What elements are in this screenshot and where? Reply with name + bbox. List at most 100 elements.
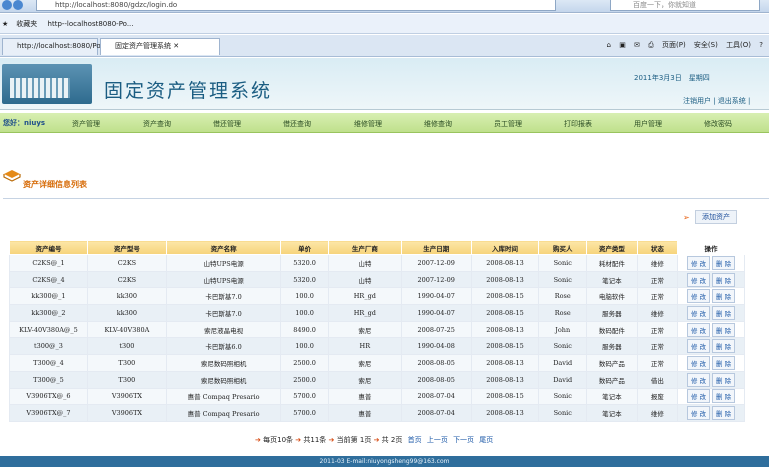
menu-asset-manage[interactable]: 资产管理	[72, 119, 100, 129]
cell-actions: 修 改删 除	[677, 254, 745, 272]
delete-button[interactable]: 删 除	[712, 406, 736, 421]
forward-icon[interactable]	[13, 0, 23, 10]
cell-actions: 修 改删 除	[677, 270, 745, 289]
delete-button[interactable]: 删 除	[712, 355, 736, 370]
edit-button[interactable]: 修 改	[686, 322, 711, 337]
edit-button[interactable]: 修 改	[686, 305, 711, 320]
edit-button[interactable]: 修 改	[686, 389, 711, 404]
exit-system-link[interactable]: 退出系统	[718, 97, 746, 105]
cell-buyer: Rose	[538, 304, 588, 322]
menu-change-password[interactable]: 修改密码	[704, 119, 732, 129]
delete-button[interactable]: 删 除	[712, 272, 736, 287]
back-forward-buttons[interactable]	[2, 0, 24, 12]
edit-button[interactable]: 修 改	[686, 272, 711, 287]
logout-user-link[interactable]: 注销用户	[683, 97, 711, 105]
delete-button[interactable]: 删 除	[712, 389, 736, 404]
home-icon[interactable]: ⌂	[607, 41, 611, 49]
cell-asset-name: 卡巴斯基6.0	[165, 337, 282, 356]
cell-asset-model: T300	[86, 370, 167, 389]
help-icon[interactable]: ?	[759, 41, 763, 49]
delete-button[interactable]: 删 除	[712, 322, 736, 337]
cell-asset-type: 笔记本	[586, 387, 638, 406]
back-icon[interactable]	[2, 0, 12, 10]
tab-2[interactable]: 固定资产管理系统 ✕	[100, 38, 220, 55]
system-title: 固定资产管理系统	[104, 80, 273, 102]
cell-stock-date: 2008-08-13	[470, 320, 540, 339]
feed-icon[interactable]: ▣	[619, 41, 626, 49]
cell-asset-type: 服务器	[586, 337, 638, 356]
tools-menu[interactable]: 工具(O)	[726, 41, 751, 49]
menu-borrow-query[interactable]: 借还查询	[283, 119, 311, 129]
edit-button[interactable]: 修 改	[686, 355, 711, 370]
menu-borrow-manage[interactable]: 借还管理	[213, 119, 241, 129]
add-asset-button[interactable]: ➢ 添加资产	[683, 210, 737, 224]
cell-asset-type: 电脑软件	[586, 287, 638, 306]
cell-asset-model: kk300	[86, 287, 167, 306]
url-input[interactable]: http://localhost:8080/gdzc/login.do	[36, 0, 556, 11]
fav-link[interactable]: http--localhost8080-Po...	[48, 20, 134, 28]
cell-status: 正常	[636, 287, 679, 306]
first-page-link[interactable]: 首页	[408, 436, 422, 444]
cell-status: 借出	[636, 370, 679, 389]
edit-button[interactable]: 修 改	[686, 339, 711, 354]
menu-staff-manage[interactable]: 员工管理	[494, 119, 522, 129]
edit-button[interactable]: 修 改	[686, 289, 711, 304]
delete-button[interactable]: 删 除	[712, 339, 736, 354]
table-row: C2KS@_1 C2KS 山特UPS电源 5320.0 山特 2007-12-09 2008…	[9, 254, 745, 272]
cell-stock-date: 2008-08-13	[470, 404, 540, 422]
cell-asset-name: 索尼液晶电视	[165, 320, 282, 339]
cell-buyer: Rose	[538, 287, 588, 306]
cell-asset-model: C2KS	[86, 254, 167, 272]
next-page-link[interactable]: 下一页	[453, 436, 474, 444]
favorites-button[interactable]: 收藏夹	[16, 20, 37, 28]
cell-actions: 修 改删 除	[677, 370, 745, 389]
safety-menu[interactable]: 安全(S)	[694, 41, 718, 49]
cell-asset-model: C2KS	[86, 270, 167, 289]
footer: 2011-03 E-mail:niuyongsheng99@163.com	[0, 456, 769, 467]
delete-button[interactable]: 删 除	[712, 255, 736, 270]
cell-prod-date: 2007-12-09	[400, 270, 472, 289]
favorites-star-icon[interactable]: ★	[2, 20, 8, 28]
col-status: 状态	[636, 240, 679, 255]
edit-button[interactable]: 修 改	[686, 372, 711, 387]
edit-button[interactable]: 修 改	[686, 406, 711, 421]
cell-asset-id: C2KS@_1	[9, 254, 88, 272]
cell-asset-id: KLV-40V380A@_5	[9, 320, 88, 339]
table-row: V3906TX@_7 V3906TX 惠普 Compaq Presario 5700.…	[9, 404, 745, 422]
cell-maker: 山特	[327, 254, 402, 272]
menu-user-manage[interactable]: 用户管理	[634, 119, 662, 129]
cell-status: 正常	[636, 320, 679, 339]
search-input[interactable]: 百度一下，你就知道	[610, 0, 760, 11]
cell-asset-type: 耗材配件	[586, 254, 638, 272]
cell-price: 5700.0	[280, 387, 329, 406]
cell-price: 2500.0	[280, 354, 329, 372]
col-asset-id: 资产编号	[9, 240, 88, 255]
cell-stock-date: 2008-08-13	[470, 270, 540, 289]
table-row: V3906TX@_6 V3906TX 惠普 Compaq Presario 5700.…	[9, 387, 745, 406]
add-asset-label: 添加资产	[695, 210, 737, 224]
menu-print-report[interactable]: 打印报表	[564, 119, 592, 129]
browser-toolbar: ⌂ ▣ ✉ ⎙ 页面(P) 安全(S) 工具(O) ?	[601, 40, 764, 50]
menu-asset-query[interactable]: 资产查询	[143, 119, 171, 129]
last-page-link[interactable]: 尾页	[479, 436, 493, 444]
cell-asset-name: 山特UPS电源	[165, 254, 282, 272]
print-icon[interactable]: ⎙	[648, 41, 654, 49]
cell-asset-name: 卡巴斯基7.0	[165, 287, 282, 306]
menu-repair-manage[interactable]: 维修管理	[354, 119, 382, 129]
cell-status: 维修	[636, 404, 679, 422]
table-row: C2KS@_4 C2KS 山特UPS电源 5320.0 山特 2007-12-09 2008…	[9, 270, 745, 289]
cell-maker: HR	[327, 337, 402, 356]
cell-asset-model: kk300	[86, 304, 167, 322]
delete-button[interactable]: 删 除	[712, 305, 736, 320]
arrow-icon: ➢	[683, 213, 690, 222]
prev-page-link[interactable]: 上一页	[427, 436, 448, 444]
edit-button[interactable]: 修 改	[686, 255, 711, 270]
close-tab-icon[interactable]: ✕	[173, 42, 179, 50]
tab-1[interactable]: http://localhost:8080/Po...	[2, 38, 107, 55]
page-menu[interactable]: 页面(P)	[662, 41, 686, 49]
cell-asset-model: V3906TX	[86, 387, 167, 406]
delete-button[interactable]: 删 除	[712, 289, 736, 304]
menu-repair-query[interactable]: 维修查询	[424, 119, 452, 129]
delete-button[interactable]: 删 除	[712, 372, 736, 387]
mail-icon[interactable]: ✉	[634, 41, 640, 49]
